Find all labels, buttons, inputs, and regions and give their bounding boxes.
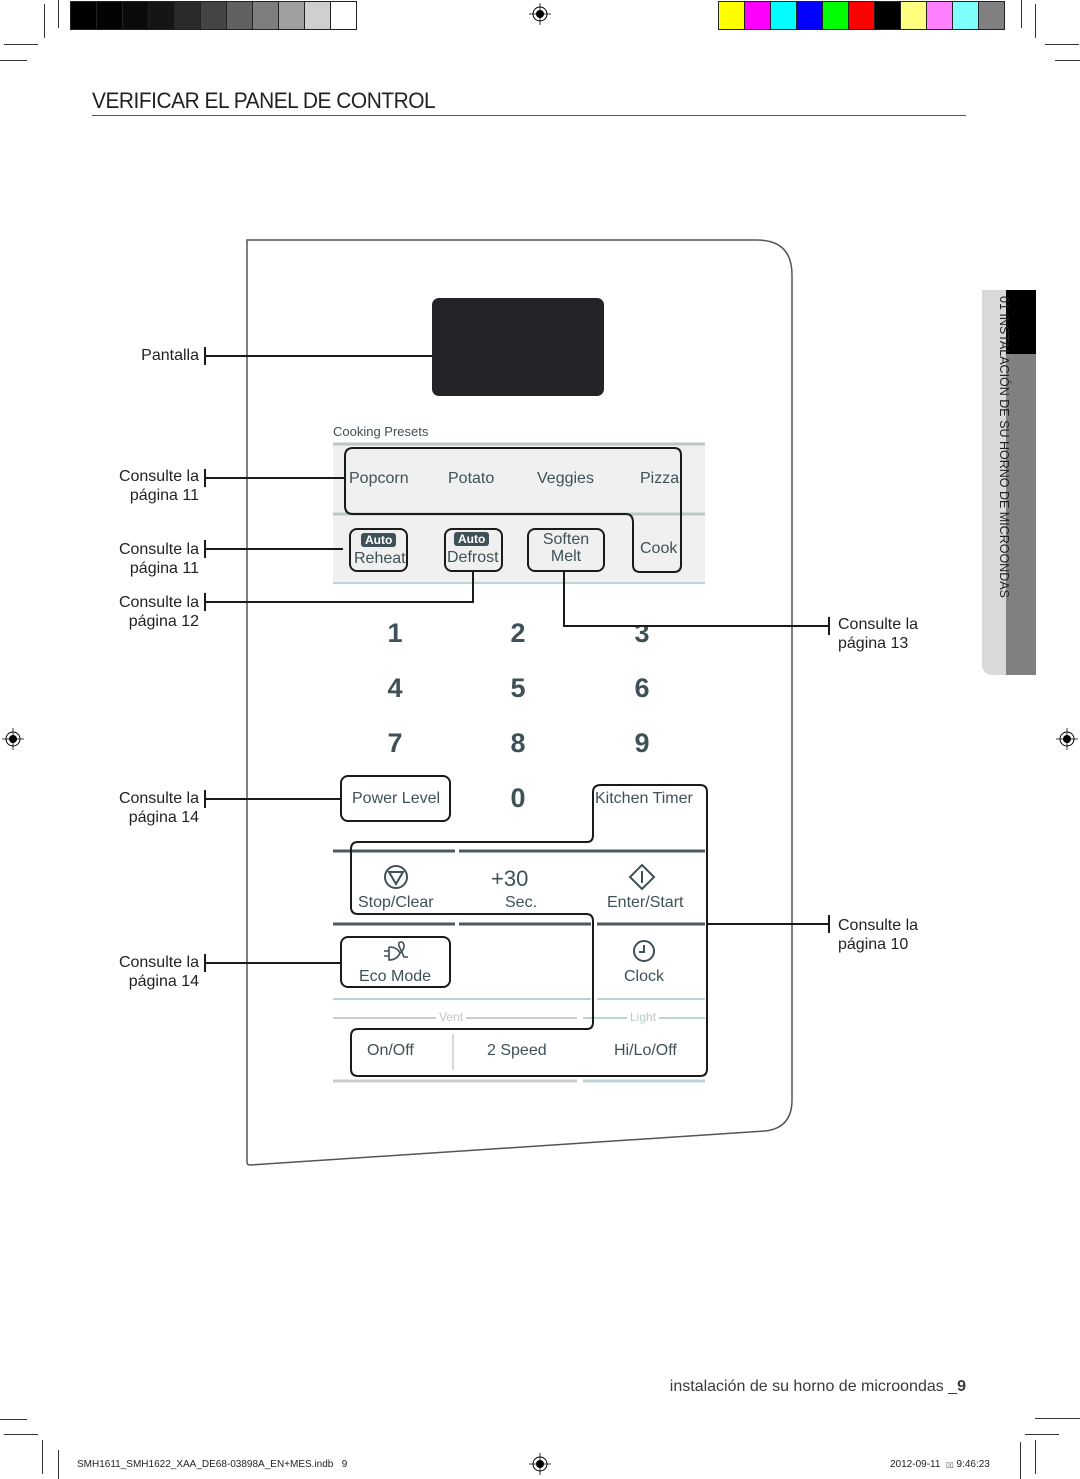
callout-defrost: Consulte la página 12 <box>119 593 199 631</box>
clock-button[interactable]: Clock <box>624 968 664 986</box>
keypad-2[interactable]: 2 <box>498 618 538 649</box>
slug-time: 9:46:23 <box>956 1459 990 1470</box>
callout-text: Consulte la <box>118 594 199 611</box>
preset-pizza-button[interactable]: Pizza <box>640 470 679 488</box>
plus-30-button[interactable]: +30 <box>491 866 528 892</box>
print-slug-file: SMH1611_SMH1622_XAA_DE68-03898A_EN+MES.i… <box>77 1459 348 1470</box>
callout-text: Consulte la <box>118 541 199 558</box>
callout-page-ref: página 13 <box>838 635 909 652</box>
auto-badge: Auto <box>361 533 397 547</box>
callout-text: Consulte la <box>838 917 919 934</box>
auto-reheat-button[interactable]: Reheat <box>354 550 406 568</box>
stop-clear-button[interactable]: Stop/Clear <box>358 894 434 912</box>
keypad-7[interactable]: 7 <box>375 728 415 759</box>
vent-on-off-button[interactable]: On/Off <box>367 1042 414 1060</box>
sec-label: Sec. <box>505 894 538 911</box>
callout-soften: Consulte la página 13 <box>838 615 918 653</box>
keypad-1[interactable]: 1 <box>375 618 415 649</box>
preset-veggies-button[interactable]: Veggies <box>537 470 594 488</box>
timer-stop-enter-bracket <box>350 784 708 1077</box>
clock-icon <box>633 940 655 962</box>
preset-potato-button[interactable]: Potato <box>448 470 494 488</box>
keypad-5[interactable]: 5 <box>498 673 538 704</box>
callout-eco-mode: Consulte la página 14 <box>119 953 199 991</box>
eco-plug-icon <box>384 941 408 961</box>
display-screen <box>432 298 604 396</box>
slug-glyph: ▯▯ <box>945 1462 954 1469</box>
callout-presets: Consulte la página 11 <box>119 467 199 505</box>
keypad-9[interactable]: 9 <box>622 728 662 759</box>
cooking-presets-label: Cooking Presets <box>333 424 429 439</box>
callout-page-ref: página 12 <box>128 613 199 630</box>
keypad-6[interactable]: 6 <box>622 673 662 704</box>
enter-start-button[interactable]: Enter/Start <box>607 894 683 912</box>
callout-display: Pantalla <box>141 347 199 364</box>
melt-label: Melt <box>550 548 582 565</box>
control-panel-diagram <box>204 239 830 1166</box>
callout-auto: Consulte la página 11 <box>119 540 199 578</box>
footer-page-number: 9 <box>957 1378 966 1395</box>
callout-clock: Consulte la página 10 <box>838 916 918 954</box>
callout-text: Consulte la <box>118 468 199 485</box>
keypad-4[interactable]: 4 <box>375 673 415 704</box>
callout-page-ref: página 14 <box>128 809 199 826</box>
callout-power-level: Consulte la página 14 <box>119 789 199 827</box>
cook-button[interactable]: Cook <box>640 540 677 558</box>
page-footer: instalación de su horno de microondas _9 <box>670 1378 966 1396</box>
callout-text: Consulte la <box>118 790 199 807</box>
soften-label: Soften <box>542 531 590 548</box>
callout-page-ref: página 11 <box>129 560 199 577</box>
light-hi-lo-off-button[interactable]: Hi/Lo/Off <box>614 1042 677 1060</box>
vent-label: Vent <box>436 1010 467 1024</box>
callout-page-ref: página 10 <box>838 936 909 953</box>
vent-2-speed-button[interactable]: 2 Speed <box>487 1042 547 1060</box>
soften-melt-button[interactable]: Soften Melt <box>528 531 604 565</box>
preset-popcorn-button[interactable]: Popcorn <box>349 470 409 488</box>
callout-page-ref: página 11 <box>129 487 199 504</box>
keypad-8[interactable]: 8 <box>498 728 538 759</box>
callout-text: Consulte la <box>838 616 919 633</box>
footer-section: instalación de su horno de microondas _ <box>669 1378 958 1395</box>
slug-date: 2012-09-11 <box>890 1459 941 1470</box>
print-slug-datetime: 2012-09-11 ▯▯ 9:46:23 <box>890 1459 990 1470</box>
power-level-button[interactable]: Power Level <box>352 790 440 808</box>
kitchen-timer-button[interactable]: Kitchen Timer <box>595 790 693 808</box>
auto-defrost-button[interactable]: Defrost <box>447 549 499 567</box>
callout-page-ref: página 14 <box>128 973 199 990</box>
auto-badge: Auto <box>454 532 490 546</box>
enter-start-icon <box>628 863 656 891</box>
stop-clear-icon <box>384 865 408 889</box>
keypad-0[interactable]: 0 <box>498 783 538 814</box>
callout-text: Consulte la <box>118 954 199 971</box>
light-label: Light <box>627 1010 660 1024</box>
eco-mode-button[interactable]: Eco Mode <box>359 968 431 986</box>
